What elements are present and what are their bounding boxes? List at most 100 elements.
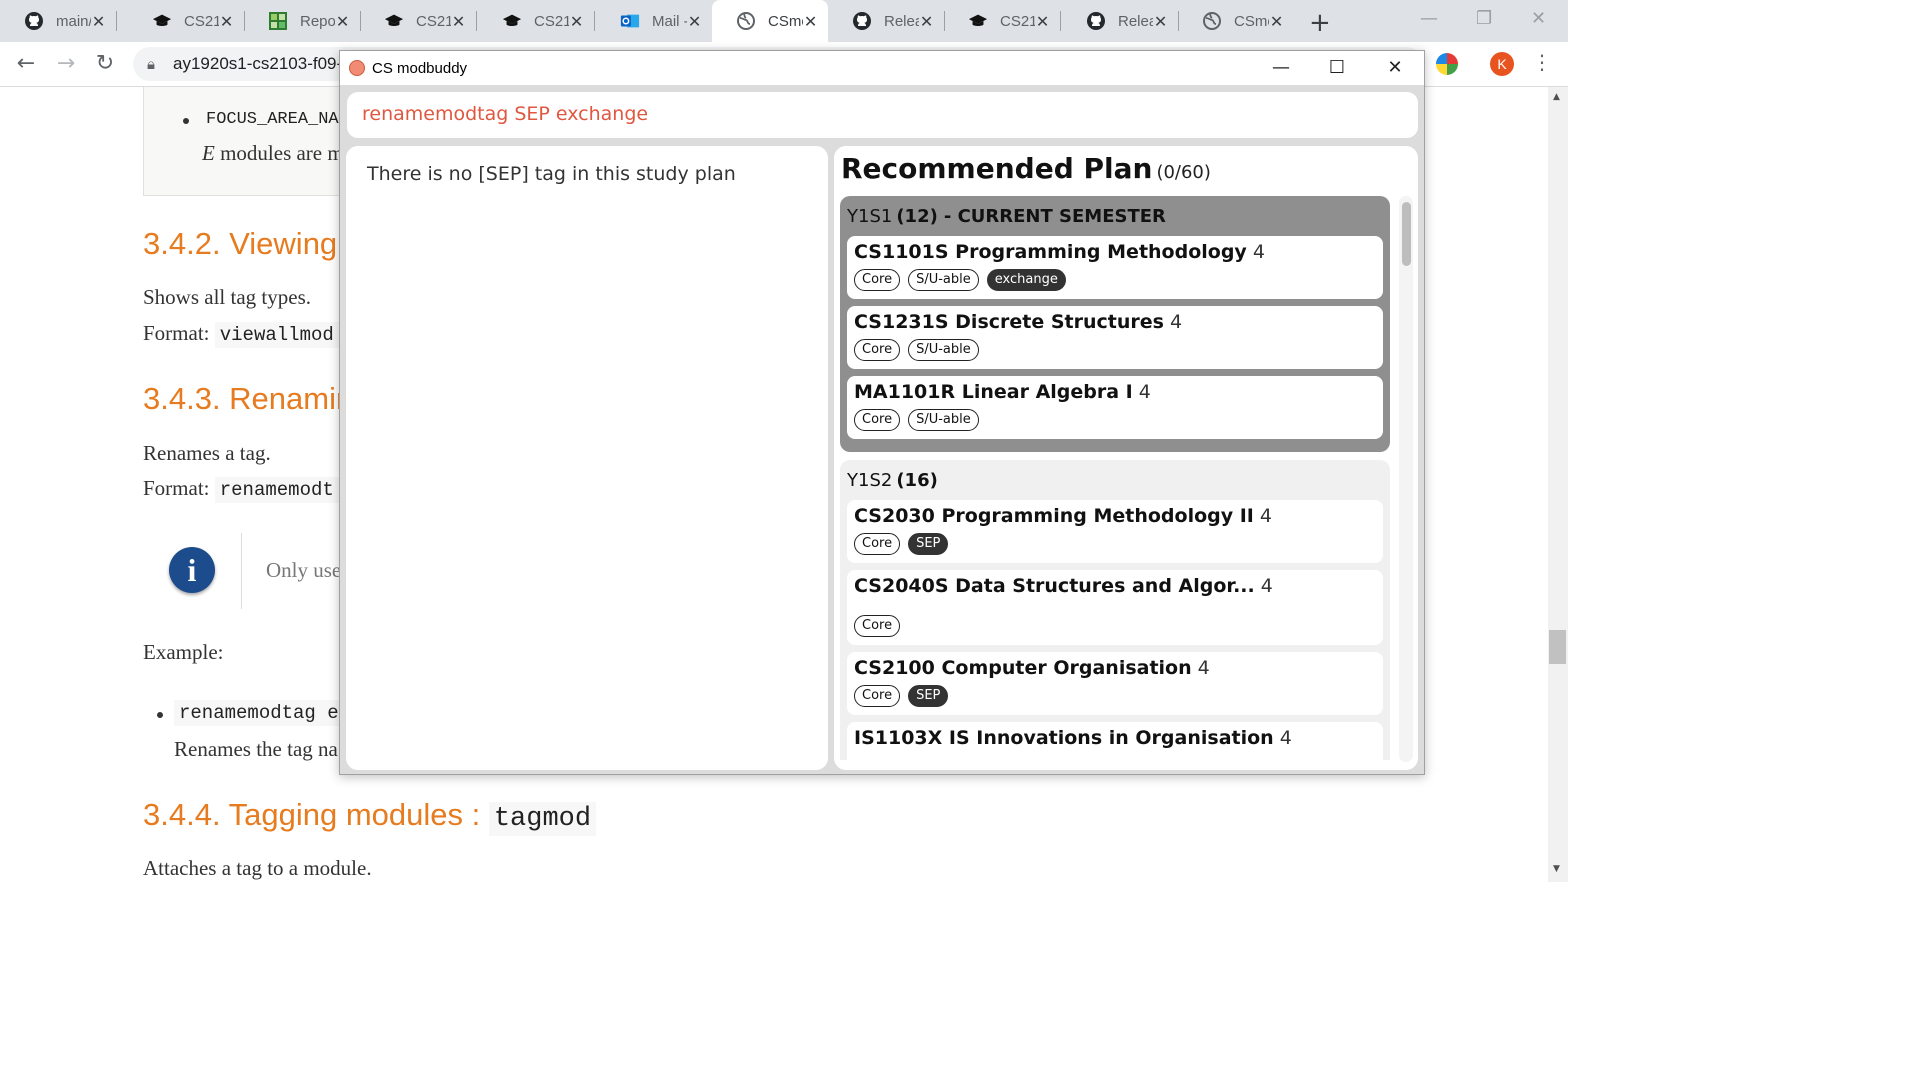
browser-tab[interactable]: CS210✕ — [128, 0, 244, 42]
semester-card: Y1S2 (16) CS2030 Programming Methodology I… — [840, 460, 1390, 760]
close-tab-icon[interactable]: ✕ — [1269, 12, 1284, 31]
module-card[interactable]: CS1231S Discrete Structures 4 Core S/U-able — [847, 306, 1383, 369]
close-tab-icon[interactable]: ✕ — [803, 12, 818, 31]
close-tab-icon[interactable]: ✕ — [91, 12, 106, 31]
heading-tagging: 3.4.4. Tagging modules : tagmod — [143, 797, 597, 836]
tab-label: RepoS — [300, 12, 336, 30]
back-arrow-icon[interactable]: ← — [12, 52, 40, 76]
extension-icon[interactable] — [1436, 53, 1458, 75]
plan-scrollbar[interactable] — [1399, 196, 1413, 762]
github-icon — [852, 11, 872, 31]
forward-arrow-icon[interactable]: → — [52, 52, 80, 76]
tab-separator — [594, 11, 595, 31]
plan-credits: (0/60) — [1156, 162, 1211, 183]
plan-title: Recommended Plan (0/60) — [841, 152, 1211, 185]
modbuddy-titlebar: CS modbuddy — ☐ ✕ — [340, 51, 1424, 85]
close-tab-icon[interactable]: ✕ — [219, 12, 234, 31]
mortarboard-icon — [968, 11, 988, 31]
browser-tab[interactable]: CSmo✕ — [1178, 0, 1294, 42]
module-tags — [854, 753, 1376, 760]
semester-header: Y1S2 (16) — [847, 470, 1383, 494]
close-tab-icon[interactable]: ✕ — [1035, 12, 1050, 31]
tag-chip: SEP — [908, 533, 949, 555]
module-tags: Core S/U-able — [854, 407, 1376, 433]
module-credits: 4 — [1279, 727, 1292, 749]
minimize-window-button[interactable]: — — [1269, 56, 1293, 80]
window-title: CS modbuddy — [372, 60, 468, 77]
module-credits: 4 — [1169, 311, 1183, 333]
browser-tab[interactable]: main/✕ — [0, 0, 116, 42]
bullet — [157, 712, 163, 718]
scroll-up-icon[interactable]: ▲ — [1553, 92, 1560, 102]
globe-icon — [1202, 11, 1222, 31]
semester-name: Y1S1 — [847, 206, 893, 227]
close-tab-icon[interactable]: ✕ — [687, 12, 702, 31]
close-window-button[interactable]: ✕ — [1383, 56, 1407, 80]
renaming-format: Format: renamemodt — [143, 476, 339, 503]
info-text: Only use — [266, 558, 342, 582]
close-browser-button[interactable]: ✕ — [1531, 8, 1546, 29]
tag-chip: Core — [854, 269, 901, 291]
module-card[interactable]: IS1103X IS Innovations in Organisation 4 — [847, 722, 1383, 760]
module-title: IS1103X IS Innovations in Organisation 4 — [854, 725, 1376, 751]
profile-avatar[interactable]: K — [1490, 52, 1514, 76]
new-tab-button[interactable]: + — [1309, 8, 1331, 38]
outlook-icon — [620, 11, 640, 31]
mortarboard-icon — [502, 11, 522, 31]
browser-tab[interactable]: Mail - ✕ — [596, 0, 712, 42]
page-scrollbar-thumb[interactable] — [1549, 630, 1566, 664]
module-credits: 4 — [1259, 505, 1272, 527]
module-tags: Core S/U-able exchange — [854, 267, 1376, 293]
browser-tab[interactable]: CSmo✕ — [712, 0, 828, 42]
module-credits: 4 — [1138, 381, 1151, 403]
module-card[interactable]: CS2040S Data Structures and Algor... 4 Cor… — [847, 570, 1383, 645]
renaming-description: Renames a tag. — [143, 441, 271, 465]
scroll-down-icon[interactable]: ▼ — [1553, 864, 1560, 874]
browser-tab[interactable]: RepoS✕ — [244, 0, 360, 42]
close-tab-icon[interactable]: ✕ — [569, 12, 584, 31]
module-code-name: IS1103X IS Innovations in Organisation — [854, 727, 1274, 749]
close-tab-icon[interactable]: ✕ — [1153, 12, 1168, 31]
reload-icon[interactable]: ↻ — [91, 52, 119, 76]
browser-tab-strip: main/✕CS210✕RepoS✕CS210✕CS210✕Mail -✕CSm… — [0, 0, 1568, 42]
semester-list[interactable]: Y1S1 (12) - CURRENT SEMESTER CS1101S Progra… — [840, 196, 1390, 760]
page-scrollbar[interactable]: ▲ ▼ — [1548, 87, 1568, 882]
close-tab-icon[interactable]: ✕ — [919, 12, 934, 31]
maximize-window-button[interactable]: ☐ — [1325, 56, 1349, 80]
command-input[interactable]: renamemodtag SEP exchange — [362, 103, 648, 125]
module-title: CS1231S Discrete Structures 4 — [854, 309, 1376, 335]
browser-tab[interactable]: CS210✕ — [478, 0, 594, 42]
tab-label: CSmo — [768, 12, 803, 30]
browser-tab[interactable]: CS210✕ — [360, 0, 476, 42]
module-tags: Core S/U-able — [854, 337, 1376, 363]
command-box[interactable]: renamemodtag SEP exchange — [347, 92, 1418, 138]
minimize-browser-button[interactable]: — — [1420, 8, 1438, 29]
viewing-description: Shows all tag types. — [143, 285, 311, 309]
browser-tab[interactable]: CS210✕ — [944, 0, 1060, 42]
browser-menu-icon[interactable]: ⋮ — [1532, 50, 1552, 74]
module-card[interactable]: CS2030 Programming Methodology II 4 Core SE… — [847, 500, 1383, 563]
module-card[interactable]: MA1101R Linear Algebra I 4 Core S/U-able — [847, 376, 1383, 439]
semester-card: Y1S1 (12) - CURRENT SEMESTER CS1101S Progra… — [840, 196, 1390, 452]
close-tab-icon[interactable]: ✕ — [451, 12, 466, 31]
plan-scrollbar-thumb[interactable] — [1402, 202, 1411, 266]
tag-chip: Core — [854, 685, 901, 707]
browser-tab[interactable]: Relea ✕ — [1062, 0, 1178, 42]
module-tags: Core SEP — [854, 683, 1376, 709]
tab-separator — [476, 11, 477, 31]
browser-tab[interactable]: Relea ✕ — [828, 0, 944, 42]
github-icon — [1086, 11, 1106, 31]
tab-label: Relea — [1118, 12, 1154, 30]
tab-label: Relea — [884, 12, 920, 30]
close-tab-icon[interactable]: ✕ — [335, 12, 350, 31]
restore-browser-button[interactable]: ❐ — [1476, 8, 1492, 29]
module-card[interactable]: CS2100 Computer Organisation 4 Core SEP — [847, 652, 1383, 715]
result-display-panel: There is no [SEP] tag in this study plan — [346, 146, 828, 770]
module-card[interactable]: CS1101S Programming Methodology 4 Core S/U-… — [847, 236, 1383, 299]
module-code-name: MA1101R Linear Algebra I — [854, 381, 1133, 403]
tag-chip: SEP — [908, 685, 949, 707]
tab-label: Mail - — [652, 12, 688, 30]
url-text[interactable]: ay1920s1-cs2103-f09- — [173, 54, 342, 74]
globe-icon — [736, 11, 756, 31]
module-credits: 4 — [1197, 657, 1210, 679]
